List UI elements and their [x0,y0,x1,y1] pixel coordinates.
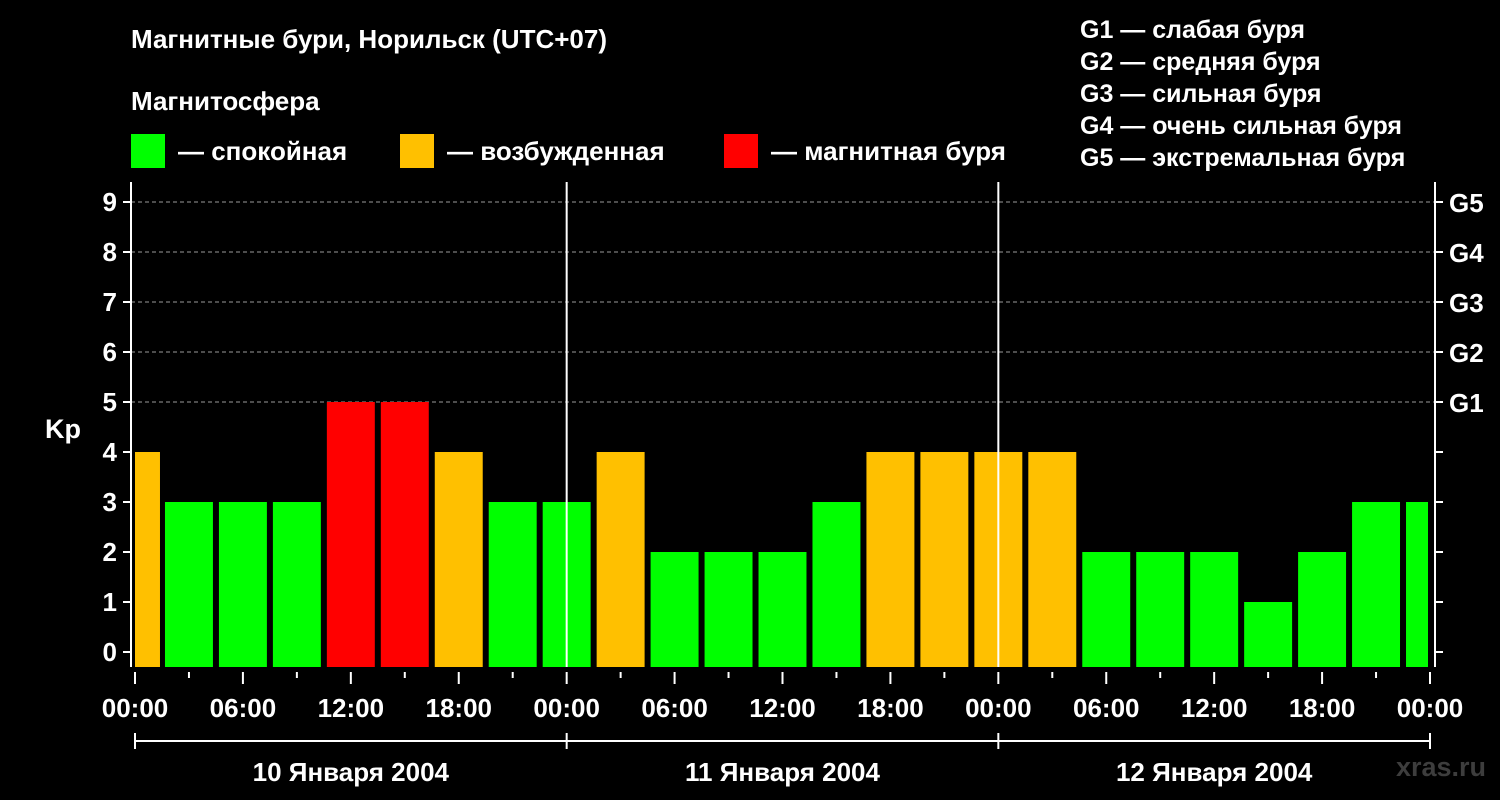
kp-bar [1028,452,1077,667]
kp-bar [488,502,537,667]
x-tick-label: 00:00 [533,693,600,723]
x-tick-label: 18:00 [1289,693,1356,723]
day-label: 12 Января 2004 [1116,757,1313,787]
x-tick-label: 12:00 [318,693,385,723]
x-tick-label: 06:00 [210,693,277,723]
kp-bar [1136,552,1185,667]
x-tick-label: 12:00 [1181,693,1248,723]
kp-bar [218,502,267,667]
y-tick-label: 1 [103,587,117,617]
g-scale-label: G1 [1449,388,1484,418]
g-scale-label: G3 [1449,288,1484,318]
y-tick-label: 7 [103,287,117,317]
kp-bar [272,502,321,667]
kp-bar [1406,502,1428,667]
g-scale-label: G5 [1449,188,1484,218]
kp-bar [704,552,753,667]
kp-bar [650,552,699,667]
x-tick-label: 00:00 [1397,693,1464,723]
day-label: 10 Января 2004 [253,757,450,787]
day-label: 11 Января 2004 [685,757,881,787]
x-tick-label: 00:00 [102,693,169,723]
kp-bar [812,502,861,667]
y-tick-label: 9 [103,187,117,217]
kp-bar [596,452,645,667]
watermark: xras.ru [1395,752,1486,782]
kp-bar [1082,552,1131,667]
kp-bar [434,452,483,667]
x-tick-label: 06:00 [641,693,708,723]
g-scale-label: G4 [1449,238,1484,268]
kp-bar [920,452,969,667]
y-tick-label: 0 [103,637,117,667]
kp-bar [164,502,213,667]
kp-bar [758,552,807,667]
g-scale-label: G2 [1449,338,1484,368]
kp-bar [1190,552,1239,667]
x-tick-label: 00:00 [965,693,1032,723]
y-tick-label: 8 [103,237,117,267]
kp-bar-partial [135,452,160,667]
x-tick-label: 12:00 [749,693,816,723]
kp-bar [1244,602,1293,667]
kp-bar [1298,552,1347,667]
kp-bar [866,452,915,667]
y-tick-label: 6 [103,337,117,367]
x-tick-label: 18:00 [857,693,924,723]
y-tick-label: 2 [103,537,117,567]
x-tick-label: 06:00 [1073,693,1140,723]
y-tick-label: 5 [103,387,117,417]
x-tick-label: 18:00 [426,693,493,723]
y-tick-label: 3 [103,487,117,517]
kp-chart: 0 1 2 3 4 5 6 7 8 9 Kp G1 G2 G3 G4 G5 00:00 06:00 12:00 18:… [45,182,1484,787]
kp-bar [380,402,429,667]
y-axis-label: Kp [45,414,81,444]
y-tick-label: 4 [103,437,118,467]
kp-bar [326,402,375,667]
kp-bar [1352,502,1401,667]
